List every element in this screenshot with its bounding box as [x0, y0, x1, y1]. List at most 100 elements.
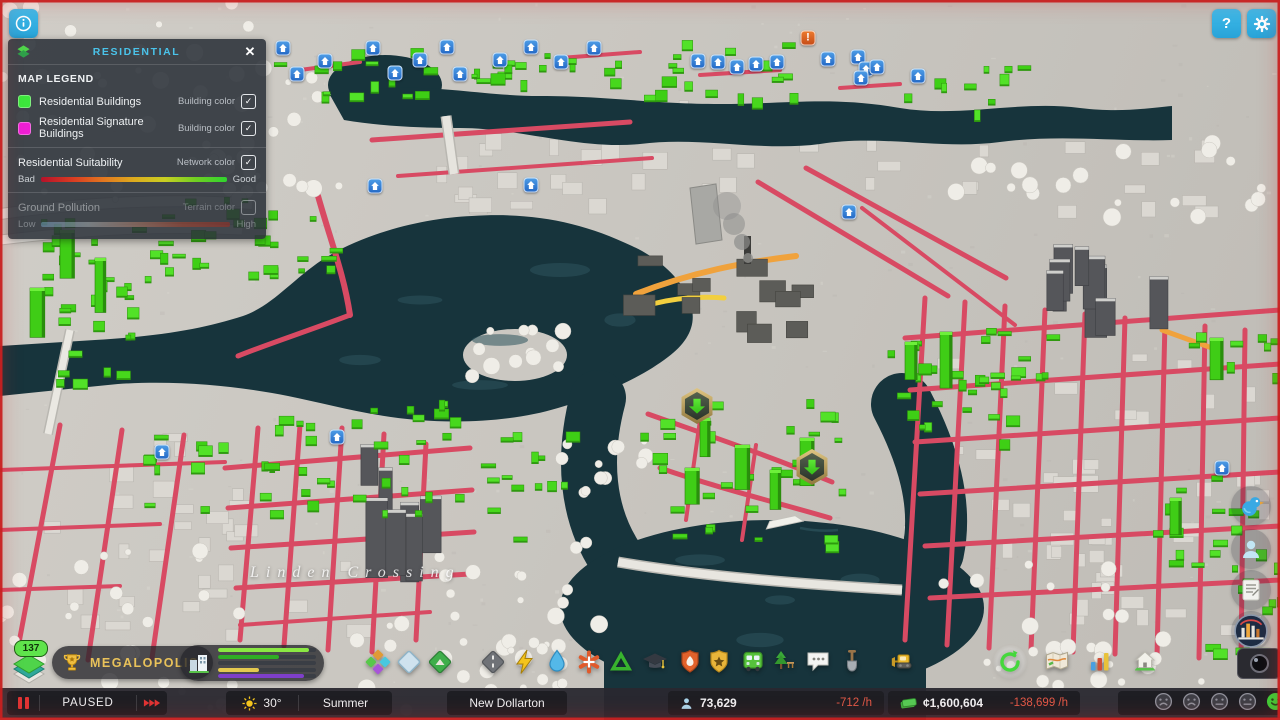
fast-forward-icon	[143, 699, 161, 707]
population-pill[interactable]: 73,629 -712 /h	[668, 691, 884, 715]
fire-shield-icon	[681, 649, 699, 673]
citizens-button[interactable]	[1231, 529, 1271, 569]
toolbar-city-info-button[interactable]	[1128, 645, 1162, 679]
map-marker-level[interactable]	[275, 40, 291, 56]
toolbar-statistics-button[interactable]	[1083, 645, 1117, 679]
gradient-label-high: High	[236, 219, 256, 230]
map-marker-level[interactable]	[586, 40, 602, 56]
legend-row-suitability: Residential Suitability Network color ✓	[18, 155, 256, 170]
money-value: ¢1,600,604	[923, 696, 984, 710]
map-marker-level[interactable]	[289, 66, 305, 82]
speed-button[interactable]	[137, 691, 167, 715]
checkbox-checked[interactable]: ✓	[241, 155, 256, 170]
legend-row-label: Residential Signature Buildings	[39, 116, 144, 140]
map-marker-level[interactable]	[853, 70, 869, 86]
simulation-state-label: PAUSED	[62, 697, 114, 709]
map-marker-level[interactable]	[1214, 460, 1230, 476]
legend-type-label: Building color	[177, 122, 235, 134]
sun-icon	[242, 695, 257, 711]
journal-button[interactable]	[1231, 570, 1271, 610]
temperature-value: 30°	[263, 696, 282, 710]
map-marker-level[interactable]	[452, 66, 468, 82]
map-marker-warning[interactable]: !	[800, 30, 816, 46]
gradient-label-bad: Bad	[18, 174, 35, 185]
map-marker-level[interactable]	[367, 178, 383, 194]
toolbar-water-button[interactable]	[540, 645, 574, 679]
toolbar-terrain-button[interactable]	[423, 645, 457, 679]
map-marker-level[interactable]	[820, 51, 836, 67]
map-marker-level[interactable]	[523, 39, 539, 55]
chirper-button[interactable]	[1231, 486, 1271, 526]
terrain-icon	[428, 650, 452, 674]
map-marker-level[interactable]	[729, 59, 745, 75]
toolbar-bulldozer-button[interactable]	[886, 645, 920, 679]
map-marker-level[interactable]	[492, 52, 508, 68]
toolbar-communications-button[interactable]	[801, 645, 835, 679]
weather-widget[interactable]: 30° Summer	[226, 691, 392, 715]
map-marker-level[interactable]	[769, 54, 785, 70]
map-marker-level[interactable]	[748, 56, 764, 72]
legend-section-title: MAP LEGEND	[18, 73, 94, 85]
toolbar-zoning-button[interactable]	[361, 645, 395, 679]
settings-button[interactable]	[1247, 9, 1276, 38]
toolbar-map-tiles-button[interactable]	[1040, 645, 1074, 679]
map-marker-level[interactable]	[690, 53, 706, 69]
legend-row-label: Ground Pollution	[18, 201, 100, 214]
map-marker-level[interactable]	[869, 59, 885, 75]
map-marker-level[interactable]	[329, 429, 345, 445]
checkbox-checked[interactable]: ✓	[241, 120, 256, 136]
pause-button[interactable]	[7, 691, 39, 715]
electricity-icon	[516, 649, 533, 674]
toolbar-parks-button[interactable]	[767, 645, 801, 679]
map-marker-level[interactable]	[523, 177, 539, 193]
photo-mode-button[interactable]	[1237, 648, 1280, 679]
toolbar-infoviews-button[interactable]	[993, 645, 1027, 679]
legend-type-label: Building color	[177, 96, 235, 107]
checkbox-unchecked[interactable]	[241, 200, 256, 215]
map-marker-level[interactable]	[910, 68, 926, 84]
close-icon[interactable]: ✕	[242, 44, 258, 60]
happiness-face-sad	[1182, 692, 1201, 714]
legend-row-signature: Residential Signature Buildings Building…	[18, 116, 256, 140]
map-marker-level[interactable]	[365, 40, 381, 56]
map-marker-level[interactable]	[387, 65, 403, 81]
money-pill[interactable]: ¢1,600,604 -138,699 /h	[888, 691, 1080, 715]
education-cap-icon	[643, 653, 667, 669]
checkbox-checked[interactable]: ✓	[241, 94, 256, 109]
toolbar-healthcare-button[interactable]	[572, 645, 606, 679]
map-marker-level[interactable]	[553, 54, 569, 70]
help-button[interactable]: ?	[1212, 9, 1241, 38]
pollution-gradient: Low High	[18, 219, 256, 230]
toolbar-electricity-button[interactable]	[508, 645, 542, 679]
zoning-demand-pill[interactable]	[180, 645, 324, 681]
map-marker-level[interactable]	[841, 204, 857, 220]
water-drop-icon	[549, 649, 565, 672]
toolbar-transportation-button[interactable]	[736, 645, 770, 679]
happiness-widget[interactable]	[1118, 691, 1280, 715]
residential-swatch	[18, 95, 31, 108]
recycle-icon	[610, 651, 632, 671]
gradient-label-good: Good	[232, 174, 256, 185]
map-marker-level[interactable]	[439, 39, 455, 55]
toolbar-education-button[interactable]	[638, 645, 672, 679]
toolbar-areas-button[interactable]	[392, 645, 426, 679]
map-marker-level[interactable]	[154, 444, 170, 460]
infoviews-icon	[1000, 650, 1020, 672]
info-panel-button[interactable]	[9, 9, 38, 38]
milestones-button[interactable]: 137	[6, 640, 54, 686]
toolbar-roads-button[interactable]	[476, 645, 510, 679]
season-label: Summer	[322, 696, 369, 710]
status-bar: PAUSED 30° Summer New Dollarton 73,629 -…	[0, 688, 1280, 718]
map-marker-level[interactable]	[710, 54, 726, 70]
toolbar-landscaping-button[interactable]	[835, 645, 869, 679]
toolbar-garbage-button[interactable]	[604, 645, 638, 679]
legend-row-label: Residential Suitability	[18, 156, 123, 169]
house-icon	[1134, 651, 1156, 671]
legend-type-label: Terrain color	[182, 202, 235, 213]
game-viewport[interactable]: Linden Crossing ! ? RESIDENTIAL ✕ MAP LE…	[0, 0, 1280, 720]
time-controls: PAUSED	[7, 691, 167, 715]
toolbar-police-button[interactable]	[702, 645, 736, 679]
map-marker-level[interactable]	[317, 53, 333, 69]
city-name-pill[interactable]: New Dollarton	[447, 691, 567, 715]
map-marker-level[interactable]	[412, 52, 428, 68]
